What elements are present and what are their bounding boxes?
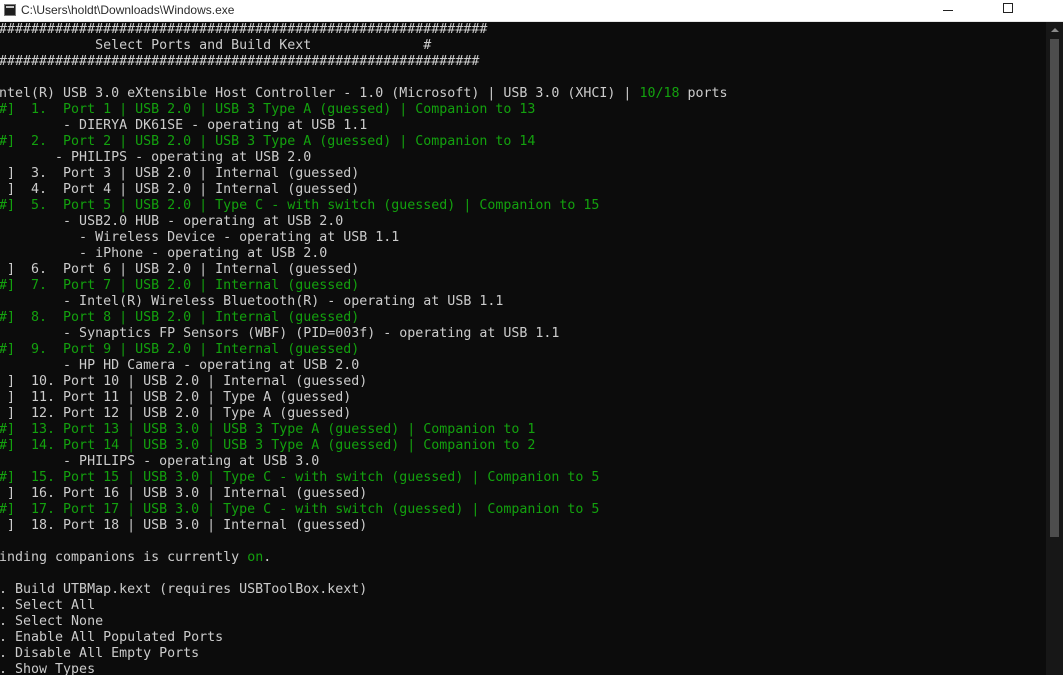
console-text-segment: [ ] 3. Port 3 | USB 2.0 | Internal (gues… [0, 166, 360, 181]
console-text-segment: [ ] 4. Port 4 | USB 2.0 | Internal (gues… [0, 182, 360, 197]
console-text-segment: ########################################… [0, 22, 488, 37]
console-text-segment: # Select Ports and Build Kext # [0, 38, 432, 53]
console-text-segment: [ ] 11. Port 11 | USB 2.0 | Type A (gues… [0, 390, 352, 405]
console-line: [#] 8. Port 8 | USB 2.0 | Internal (gues… [0, 310, 1046, 326]
console-text-segment: [#] 14. Port 14 | USB 3.0 | USB 3 Type A… [0, 438, 536, 453]
console-text-segment: . [263, 550, 272, 565]
console-line: [ ] 6. Port 6 | USB 2.0 | Internal (gues… [0, 262, 1046, 278]
console-line: [#] 17. Port 17 | USB 3.0 | Type C - wit… [0, 502, 1046, 518]
console-text-segment: [#] 13. Port 13 | USB 3.0 | USB 3 Type A… [0, 422, 536, 437]
console-text-segment: [ ] 18. Port 18 | USB 3.0 | Internal (gu… [0, 518, 368, 533]
close-button[interactable] [1045, 0, 1063, 21]
console-line: - iPhone - operating at USB 2.0 [0, 246, 1046, 262]
console-text-segment: [ ] 6. Port 6 | USB 2.0 | Internal (gues… [0, 262, 360, 277]
console-text-segment: - DIERYA DK61SE - operating at USB 1.1 [0, 118, 368, 133]
maximize-button[interactable] [985, 0, 1031, 21]
console-text-segment: [#] 1. Port 1 | USB 2.0 | USB 3 Type A (… [0, 102, 536, 117]
console-text-segment: P. Enable All Populated Ports [0, 630, 224, 645]
console-line: - Synaptics FP Sensors (WBF) (PID=003f) … [0, 326, 1046, 342]
console-line: # Select Ports and Build Kext # [0, 38, 1046, 54]
minimize-button[interactable] [925, 0, 971, 21]
console-line: [ ] 18. Port 18 | USB 3.0 | Internal (gu… [0, 518, 1046, 534]
console-line: - HP HD Camera - operating at USB 2.0 [0, 358, 1046, 374]
console-text-segment: [#] 7. Port 7 | USB 2.0 | Internal (gues… [0, 278, 360, 293]
console-line: [ ] 4. Port 4 | USB 2.0 | Internal (gues… [0, 182, 1046, 198]
console-text-segment: - iPhone - operating at USB 2.0 [0, 246, 328, 261]
console-line: [#] 1. Port 1 | USB 2.0 | USB 3 Type A (… [0, 102, 1046, 118]
console-text-segment: ########################################… [0, 54, 480, 69]
console-text-segment: D. Disable All Empty Ports [0, 646, 200, 661]
console-line: D. Disable All Empty Ports [0, 646, 1046, 662]
console-text-segment: K. Build UTBMap.kext (requires USBToolBo… [0, 582, 368, 597]
console-text-segment: A. Select All [0, 598, 96, 613]
console-line: ########################################… [0, 22, 1046, 38]
console-text-segment: [#] 8. Port 8 | USB 2.0 | Internal (gues… [0, 310, 360, 325]
title-bar[interactable]: C:\Users\holdt\Downloads\Windows.exe [0, 0, 1063, 22]
console-text-segment: - USB2.0 HUB - operating at USB 2.0 [0, 214, 344, 229]
console-line: Binding companions is currently on. [0, 550, 1046, 566]
console-line: ########################################… [0, 54, 1046, 70]
console-line: [#] 2. Port 2 | USB 2.0 | USB 3 Type A (… [0, 134, 1046, 150]
console-text-segment: [#] 9. Port 9 | USB 2.0 | Internal (gues… [0, 342, 360, 357]
console-output[interactable]: ########################################… [0, 22, 1046, 675]
console-text-segment: [#] 15. Port 15 | USB 3.0 | Type C - wit… [0, 470, 600, 485]
console-text-segment: [ ] 10. Port 10 | USB 2.0 | Internal (gu… [0, 374, 368, 389]
console-text-segment: [ ] 12. Port 12 | USB 2.0 | Type A (gues… [0, 406, 352, 421]
console-line: [ ] 12. Port 12 | USB 2.0 | Type A (gues… [0, 406, 1046, 422]
console-line: [#] 7. Port 7 | USB 2.0 | Internal (gues… [0, 278, 1046, 294]
console-line: - USB2.0 HUB - operating at USB 2.0 [0, 214, 1046, 230]
window-title: C:\Users\holdt\Downloads\Windows.exe [21, 3, 235, 17]
console-line: [#] 14. Port 14 | USB 3.0 | USB 3 Type A… [0, 438, 1046, 454]
console-line: T. Show Types [0, 662, 1046, 675]
console-line: - Wireless Device - operating at USB 1.1 [0, 230, 1046, 246]
console-line: [#] 5. Port 5 | USB 2.0 | Type C - with … [0, 198, 1046, 214]
console-text-segment: Intel(R) USB 3.0 eXtensible Host Control… [0, 86, 640, 101]
console-line: [#] 15. Port 15 | USB 3.0 | Type C - wit… [0, 470, 1046, 486]
console-text-segment: on [247, 550, 264, 565]
console-text-segment: [#] 2. Port 2 | USB 2.0 | USB 3 Type A (… [0, 134, 536, 149]
console-line: - PHILIPS - operating at USB 2.0 [0, 150, 1046, 166]
console-text-segment: ports [679, 86, 728, 101]
console-text-segment: 10/18 [639, 86, 680, 101]
console-line: - DIERYA DK61SE - operating at USB 1.1 [0, 118, 1046, 134]
console-text-segment: T. Show Types [0, 662, 96, 675]
console-line: Intel(R) USB 3.0 eXtensible Host Control… [0, 86, 1046, 102]
console-line: [#] 9. Port 9 | USB 2.0 | Internal (gues… [0, 342, 1046, 358]
console-line: K. Build UTBMap.kext (requires USBToolBo… [0, 582, 1046, 598]
console-line: [ ] 3. Port 3 | USB 2.0 | Internal (gues… [0, 166, 1046, 182]
console-line: [ ] 11. Port 11 | USB 2.0 | Type A (gues… [0, 390, 1046, 406]
console-text-segment: [#] 5. Port 5 | USB 2.0 | Type C - with … [0, 198, 600, 213]
console-line: P. Enable All Populated Ports [0, 630, 1046, 646]
console-app-icon [4, 4, 16, 16]
console-text-segment: - HP HD Camera - operating at USB 2.0 [0, 358, 360, 373]
vertical-scrollbar[interactable] [1046, 22, 1063, 675]
console-line: - PHILIPS - operating at USB 3.0 [0, 454, 1046, 470]
console-line: [ ] 10. Port 10 | USB 2.0 | Internal (gu… [0, 374, 1046, 390]
console-text-segment: [ ] 16. Port 16 | USB 3.0 | Internal (gu… [0, 486, 368, 501]
console-text-segment: N. Select None [0, 614, 104, 629]
console-line: - Intel(R) Wireless Bluetooth(R) - opera… [0, 294, 1046, 310]
scrollbar-thumb[interactable] [1050, 39, 1059, 537]
console-text-segment: - Intel(R) Wireless Bluetooth(R) - opera… [0, 294, 504, 309]
console-text-segment: - Wireless Device - operating at USB 1.1 [0, 230, 400, 245]
console-text-segment: [#] 17. Port 17 | USB 3.0 | Type C - wit… [0, 502, 600, 517]
console-line: [ ] 16. Port 16 | USB 3.0 | Internal (gu… [0, 486, 1046, 502]
console-window: C:\Users\holdt\Downloads\Windows.exe ###… [0, 0, 1063, 675]
console-text-segment: - PHILIPS - operating at USB 2.0 [0, 150, 312, 165]
console-text-segment: - Synaptics FP Sensors (WBF) (PID=003f) … [0, 326, 560, 341]
console-line: N. Select None [0, 614, 1046, 630]
console-text-segment: - PHILIPS - operating at USB 3.0 [0, 454, 320, 469]
console-line: [#] 13. Port 13 | USB 3.0 | USB 3 Type A… [0, 422, 1046, 438]
console-text-segment: Binding companions is currently [0, 550, 248, 565]
scroll-up-arrow-icon[interactable] [1046, 22, 1063, 39]
console-line: A. Select All [0, 598, 1046, 614]
